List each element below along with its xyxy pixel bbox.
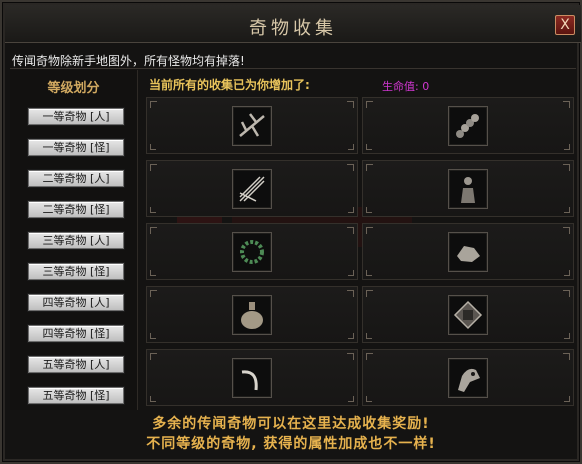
bundle-sticks-icon [239, 175, 265, 202]
tier-3-monster-button[interactable]: 三等奇物 [怪] [28, 263, 124, 280]
collection-cell [146, 223, 358, 280]
life-bonus-value: 生命值: 0 [382, 80, 430, 93]
ore-chunk-icon [457, 245, 480, 262]
tier-5-monster-button[interactable]: 五等奇物 [怪] [28, 387, 124, 404]
item-slot[interactable] [448, 357, 488, 398]
tier-5-human-button[interactable]: 五等奇物 [人] [28, 356, 124, 373]
rune-plate-icon [453, 300, 483, 329]
potion-flask-icon [241, 301, 263, 329]
tier-3-human-button[interactable]: 三等奇物 [人] [28, 232, 124, 249]
figure-statue-icon [461, 176, 475, 203]
collection-cell [146, 349, 358, 406]
collection-cell [146, 286, 358, 343]
item-slot[interactable] [232, 231, 272, 272]
item-slot[interactable] [448, 168, 488, 209]
header-divider [10, 68, 576, 69]
collection-window: 奇物收集 X 传闻奇物除新手地图外，所有怪物均有掉落! 等级划分 一等奇物 [人… [0, 0, 582, 464]
tier-2-monster-button[interactable]: 二等奇物 [怪] [28, 201, 124, 218]
item-slot[interactable] [448, 231, 488, 272]
item-slot[interactable] [232, 168, 272, 209]
tier-2-human-button[interactable]: 二等奇物 [人] [28, 170, 124, 187]
collection-cell [362, 286, 574, 343]
item-slot[interactable] [232, 294, 272, 335]
tier-1-human-button[interactable]: 一等奇物 [人] [28, 108, 124, 125]
collection-cell [146, 160, 358, 217]
footer-line-2: 不同等级的奇物, 获得的属性加成也不一样! [146, 436, 436, 452]
item-slot[interactable] [232, 105, 272, 146]
collection-cell [362, 160, 574, 217]
bead-bracelet-icon [240, 239, 264, 264]
broken-branch-icon [239, 112, 265, 137]
sidebar-heading: 等级划分 [47, 81, 100, 96]
collection-cell [362, 223, 574, 280]
window-title: 奇物收集 [249, 18, 337, 39]
title-bar: 奇物收集 X [5, 5, 581, 43]
beast-skull-icon [458, 368, 480, 392]
drop-notice: 传闻奇物除新手地图外，所有怪物均有掉落! [12, 54, 245, 68]
tier-sidebar: 等级划分 一等奇物 [人] 一等奇物 [怪] 二等奇物 [人] 二等奇物 [怪]… [10, 70, 138, 410]
item-slot[interactable] [448, 105, 488, 146]
collection-cell [146, 97, 358, 154]
item-slot[interactable] [448, 294, 488, 335]
rope-coil-icon [456, 113, 479, 138]
footer-line-1: 多余的传闻奇物可以在这里达成收集奖励! [152, 416, 430, 432]
bonus-summary: 当前所有的收集已为你增加了: [149, 78, 310, 92]
tier-4-monster-button[interactable]: 四等奇物 [怪] [28, 325, 124, 342]
tier-1-monster-button[interactable]: 一等奇物 [怪] [28, 139, 124, 156]
curved-horn-icon [241, 369, 258, 390]
collection-cell [362, 97, 574, 154]
item-slot[interactable] [232, 357, 272, 398]
tier-4-human-button[interactable]: 四等奇物 [人] [28, 294, 124, 311]
close-button[interactable]: X [555, 15, 575, 35]
footer-hint: 多余的传闻奇物可以在这里达成收集奖励! 不同等级的奇物, 获得的属性加成也不一样… [2, 414, 580, 454]
collection-grid [146, 97, 576, 407]
collection-cell [362, 349, 574, 406]
